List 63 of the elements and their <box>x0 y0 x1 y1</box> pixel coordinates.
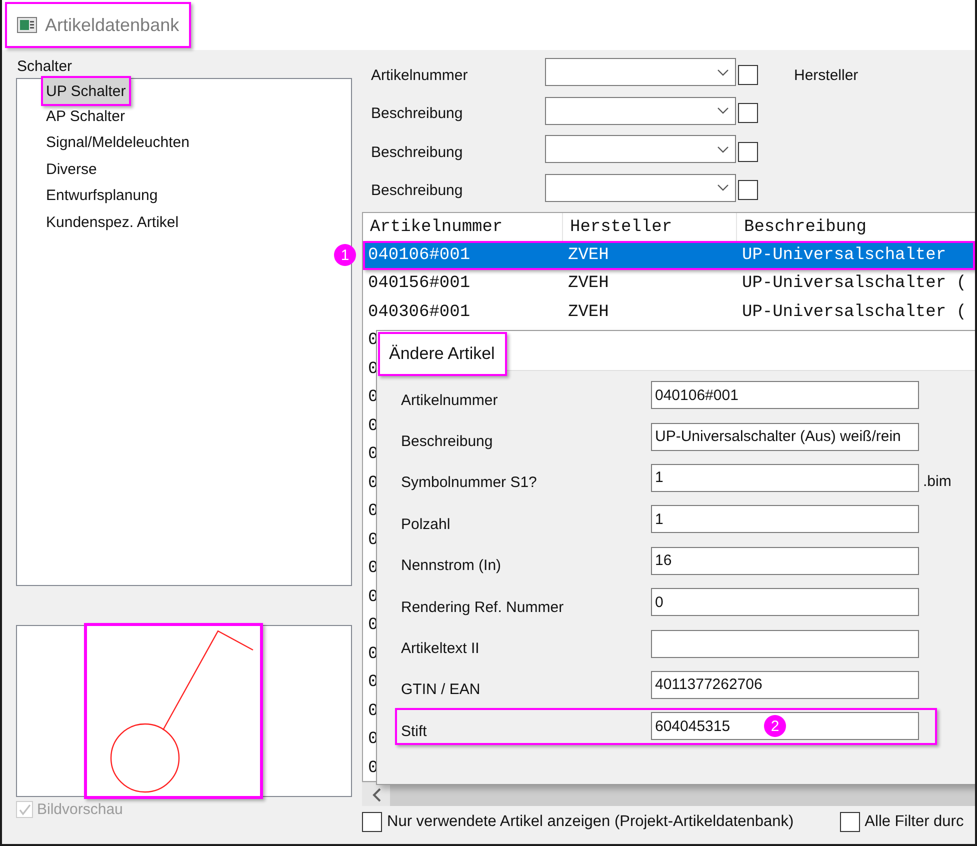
table-cell-text: 040106#001 <box>367 246 472 265</box>
filter-dropdown[interactable] <box>545 135 736 163</box>
table-cell-text: UP-Universalschalter <box>741 246 948 265</box>
filter-label: Artikelnummer <box>370 66 469 84</box>
app-icon <box>17 17 37 33</box>
category-item[interactable]: Entwurfsplanung <box>41 182 163 209</box>
checkbox-label: Alle Filter durc <box>864 813 964 831</box>
input-field[interactable]: 16 <box>651 546 919 575</box>
filter-dropdown[interactable] <box>545 174 736 202</box>
checkmark-icon <box>18 803 32 816</box>
input-field[interactable]: 040106#001 <box>651 381 919 410</box>
table-row[interactable]: 040306#001 ZVEH UP-Universalschalter ( <box>363 298 975 326</box>
table-row[interactable]: 040156#001 ZVEH UP-Universalschalter ( <box>363 270 975 298</box>
field-label: Artikeltext II <box>401 639 480 658</box>
filter-label: Beschreibung <box>370 181 464 199</box>
filter-checkbox[interactable] <box>738 142 758 162</box>
table-cell-text: UP-Universalschalter ( <box>741 302 968 322</box>
window-title: Artikeldatenbank <box>45 14 180 36</box>
input-field[interactable]: 0 <box>651 588 919 616</box>
filter-checkbox[interactable] <box>738 103 758 123</box>
input-field[interactable]: 1 <box>651 505 919 534</box>
field-label: Rendering Ref. Nummer <box>401 598 565 616</box>
field-label: Nennstrom (In) <box>401 556 502 574</box>
input-field[interactable]: 1 <box>651 464 919 492</box>
checkbox[interactable] <box>840 812 860 832</box>
category-item[interactable]: Kundenspez. Artikel <box>41 209 184 236</box>
field-label: Beschreibung <box>401 432 494 450</box>
category-item[interactable]: UP Schalter <box>41 76 131 106</box>
category-item[interactable]: AP Schalter <box>41 103 130 130</box>
filter-checkbox[interactable] <box>738 180 758 200</box>
table-cell-text: UP-Universalschalter ( <box>741 274 968 294</box>
field-label: Artikelnummer <box>401 390 499 409</box>
category-item[interactable]: Diverse <box>41 156 102 182</box>
filter-checkbox[interactable] <box>738 64 758 84</box>
table-cell-text: ZVEH <box>567 246 610 265</box>
table-cell-text: 040306#001 <box>367 302 472 322</box>
chevron-down-icon <box>717 68 729 76</box>
filter-label: Beschreibung <box>370 142 464 160</box>
field-label: Stift <box>401 722 428 740</box>
checkbox[interactable] <box>362 812 382 832</box>
checkbox-label: Nur verwendete Artikel anzeigen (Projekt-Artikeldatenbank) <box>387 813 794 831</box>
input-field[interactable]: 4011377262706 <box>651 670 919 699</box>
filter-dropdown[interactable] <box>545 58 736 86</box>
field-label: Polzahl <box>401 514 452 533</box>
input-field[interactable] <box>651 630 919 658</box>
input-field[interactable]: UP-Universalschalter (Aus) weiß/rein <box>651 422 919 451</box>
filter-dropdown[interactable] <box>545 96 736 124</box>
filter-label: Beschreibung <box>370 104 464 122</box>
chevron-down-icon <box>717 146 729 152</box>
table-cell-text: ZVEH <box>567 274 610 294</box>
filter-label: Hersteller <box>793 66 860 84</box>
dialog-title: Ändere Artikel <box>378 332 507 376</box>
panel-label: Schalter <box>16 57 74 77</box>
category-item[interactable]: Signal/Meldeleuchten <box>41 130 194 156</box>
unit-label: .bim <box>922 472 952 490</box>
checkbox-label: Bildvorschau <box>37 801 123 818</box>
chevron-down-icon <box>717 107 729 114</box>
table-cell-text: 040156#001 <box>367 274 472 294</box>
chevron-down-icon <box>717 184 729 191</box>
table-cell-text: ZVEH <box>567 302 610 322</box>
field-label: Symbolnummer S1? <box>401 473 538 492</box>
column-header[interactable]: Beschreibung <box>737 213 975 241</box>
field-label: GTIN / EAN <box>401 680 482 698</box>
